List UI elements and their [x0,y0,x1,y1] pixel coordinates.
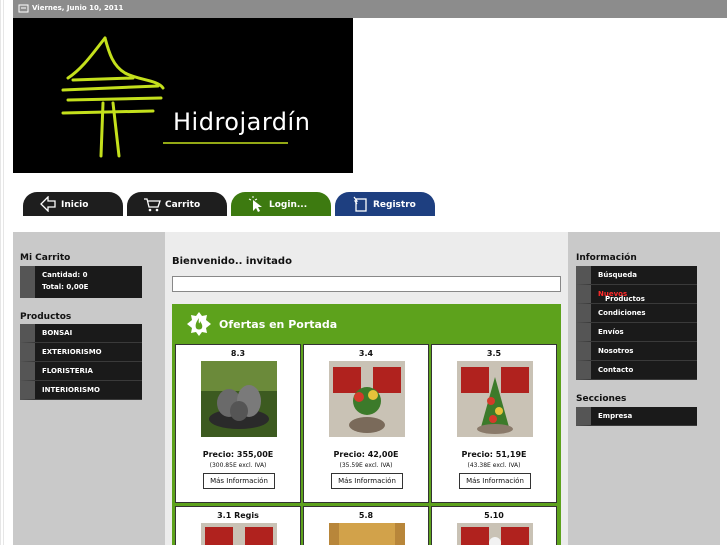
nav-tab-inicio[interactable]: Inicio [23,192,123,216]
section-link-empresa[interactable]: Empresa [576,407,697,426]
date-bar: Viernes, Junio 10, 2011 [13,0,727,18]
cart-quantity: Cantidad: 0 [42,271,88,279]
info-link-productos-label: Productos [605,295,645,303]
more-info-button[interactable]: Más Información [203,473,275,489]
sections-menu: Empresa [576,407,697,426]
product-photo-partial[interactable] [201,523,277,545]
product-code: 3.1 Regis [217,511,259,520]
product-photo-partial[interactable] [457,523,533,545]
product-category-interiorismo[interactable]: INTERIORISMO [20,381,142,400]
product-photo-arrangement[interactable] [457,361,533,437]
product-price: Precio: 355,00E [202,450,274,459]
offers-title: Ofertas en Portada [219,318,338,331]
products-menu: BONSAI EXTERIORISMO FLORISTERIA INTERIOR… [20,324,142,400]
register-icon [353,196,367,212]
nav-tab-registro[interactable]: Registro [335,192,435,216]
product-photo-fountain[interactable] [201,361,277,437]
nav-tab-label: Carrito [165,200,201,210]
nav-tab-label: Registro [373,200,416,210]
tree-logo-icon [61,36,288,158]
cart-summary: Cantidad: 0 Total: 0,00E [20,266,142,298]
calendar-icon [18,4,29,13]
product-code: 5.8 [358,511,374,520]
product-price-excl: (300.85E excl. IVA) [209,462,267,469]
product-photo-partial[interactable] [329,523,405,545]
cart-icon [144,198,161,212]
info-link-contacto[interactable]: Contacto [576,361,697,380]
nav-tab-carrito[interactable]: Carrito [127,192,227,216]
product-category-exteriorismo[interactable]: EXTERIORISMO [20,343,142,362]
welcome-message: Bienvenido.. invitado [172,256,292,267]
current-date: Viernes, Junio 10, 2011 [32,4,124,12]
product-card[interactable]: 5.10 [431,506,557,545]
info-link-envios[interactable]: Envíos [576,323,697,342]
info-link-busqueda[interactable]: Búsqueda [576,266,697,285]
nav-tab-login[interactable]: Login... [231,192,331,216]
product-card[interactable]: 3.5 Precio: 51,19E (43.38E excl. IVA) Má… [431,344,557,503]
page-edge-stripe [0,0,6,545]
cursor-click-icon [248,196,262,212]
product-price: Precio: 42,00E [333,450,399,459]
product-code: 3.4 [358,349,374,358]
products-title: Productos [20,312,72,322]
info-link-nosotros[interactable]: Nosotros [576,342,697,361]
cart-total: Total: 0,00E [42,283,89,291]
product-category-floristeria[interactable]: FLORISTERIA [20,362,142,381]
nav-tab-label: Inicio [61,200,89,210]
site-logo[interactable]: Hidrojardín [13,18,353,173]
product-code: 8.3 [230,349,246,358]
product-card[interactable]: 3.1 Regis [175,506,301,545]
message-box [172,276,561,292]
product-card[interactable]: 5.8 [303,506,429,545]
product-code: 3.5 [486,349,502,358]
nav-tab-label: Login... [269,200,308,210]
logo-text: Hidrojardín [173,108,311,136]
cart-title: Mi Carrito [20,253,71,263]
product-category-bonsai[interactable]: BONSAI [20,324,142,343]
more-info-button[interactable]: Más Información [459,473,531,489]
info-link-productos-nuevos[interactable]: Productos Nuevos [576,285,697,304]
product-code: 5.10 [484,511,504,520]
product-photo-flowers[interactable] [329,361,405,437]
sections-title: Secciones [576,394,627,404]
product-price-excl: (35.59E excl. IVA) [339,462,393,469]
product-price: Precio: 51,19E [461,450,527,459]
product-price-excl: (43.38E excl. IVA) [467,462,521,469]
arrow-left-icon [40,196,56,212]
flame-badge-icon [187,312,211,336]
info-title: Información [576,253,637,263]
info-link-condiciones[interactable]: Condiciones [576,304,697,323]
product-card[interactable]: 8.3 Precio: 355,00E (300.85E excl. IVA) … [175,344,301,503]
info-menu: Búsqueda Productos Nuevos Condiciones En… [576,266,697,380]
more-info-button[interactable]: Más Información [331,473,403,489]
product-card[interactable]: 3.4 Precio: 42,00E (35.59E excl. IVA) Má… [303,344,429,503]
